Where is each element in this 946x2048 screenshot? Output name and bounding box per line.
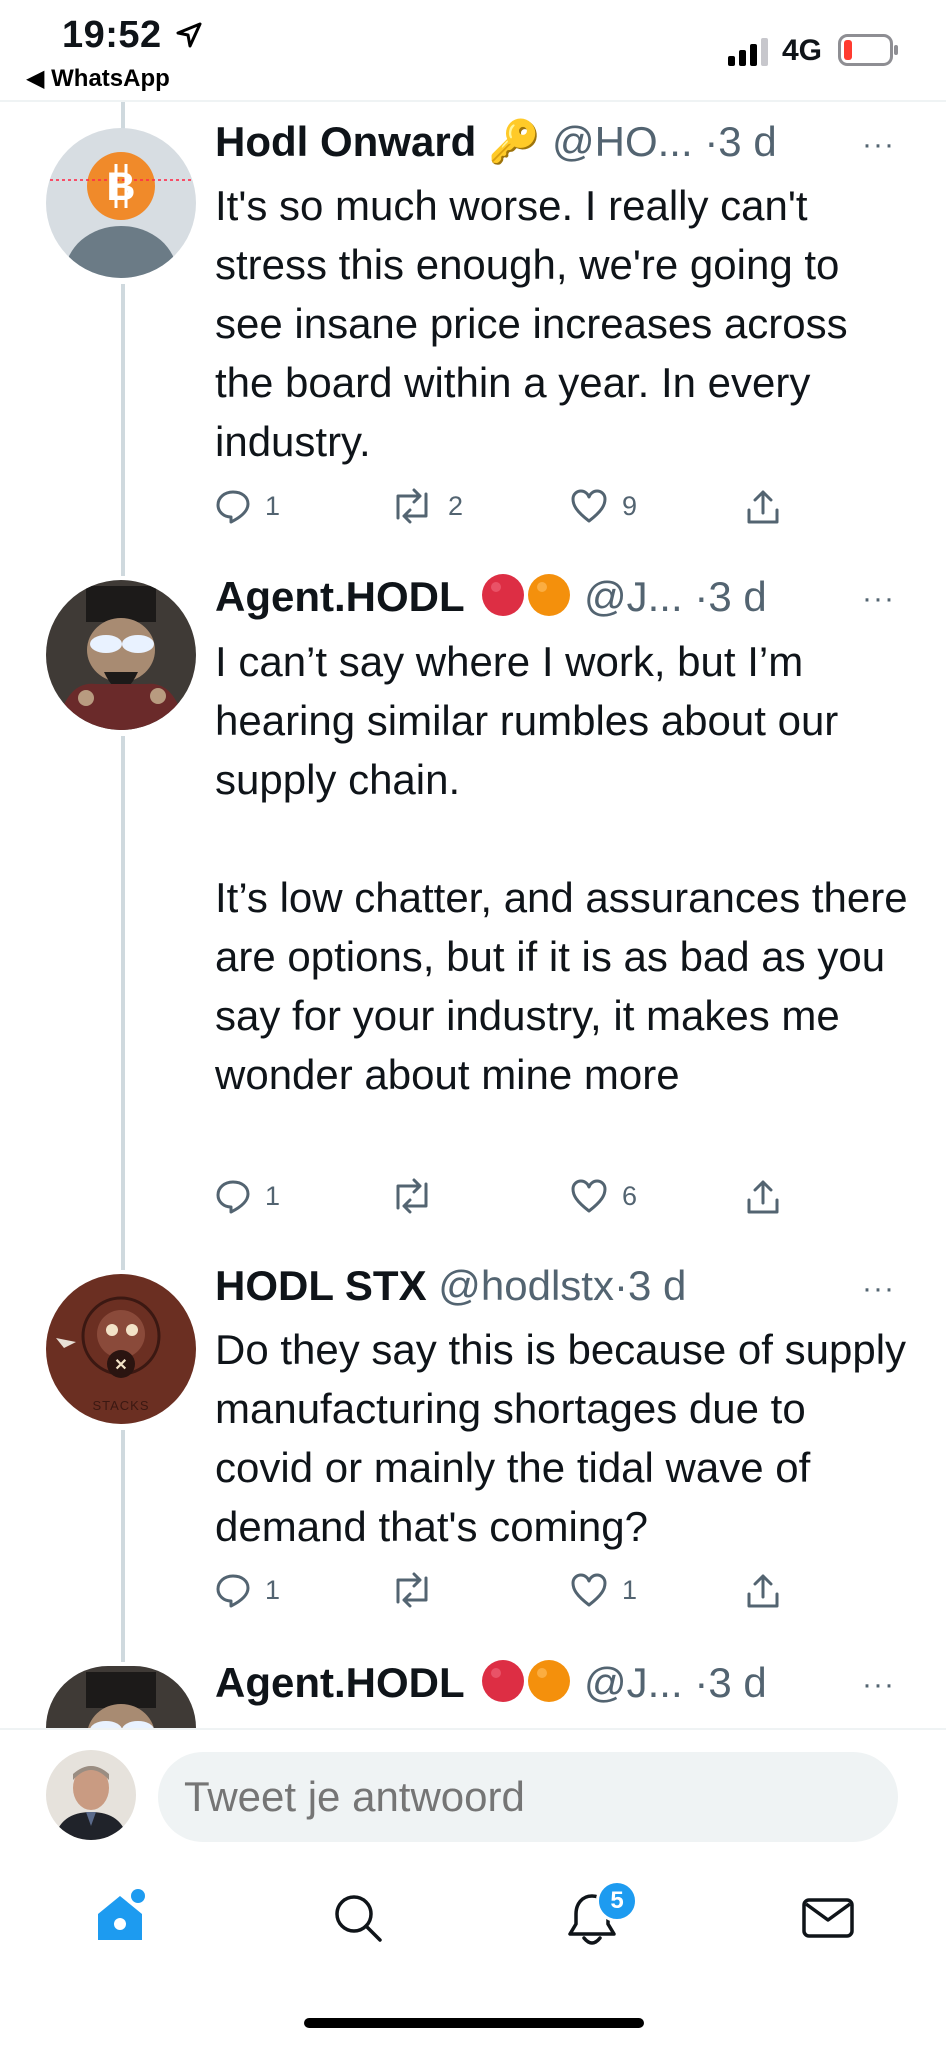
timestamp[interactable]: ·3 d [694,1659,766,1706]
handle[interactable]: @J... [584,1659,683,1706]
tweet-actions: 1 6 [215,1178,915,1228]
notifications-badge: 5 [596,1880,638,1922]
avatar[interactable]: ✕ STACKS [46,1274,196,1424]
mail-icon [802,1898,854,1938]
tweet-actions: 1 1 [215,1572,915,1622]
like-count: 6 [622,1180,638,1211]
display-name[interactable]: Agent.HODL [215,1659,465,1706]
reply-input[interactable] [158,1752,898,1842]
avatar[interactable]: B [46,128,196,278]
key-emoji-icon: 🔑 [488,118,541,165]
tweet-header: Agent.HODL @J... ·3 d [215,1658,767,1707]
thread-line [121,102,125,130]
tab-messages[interactable] [800,1894,856,1947]
like-button[interactable]: 9 [570,488,637,524]
orange-circle-emoji-icon [528,1660,571,1702]
timestamp[interactable]: ·3 d [704,118,776,165]
more-options-icon[interactable]: ··· [862,128,895,162]
retweet-button[interactable]: 2 [390,488,463,524]
reply-icon [216,490,250,524]
heart-icon [571,489,607,523]
reply-count: 1 [265,1574,281,1605]
share-button[interactable] [745,1572,781,1610]
avatar-caption: STACKS [92,1398,149,1413]
search-icon [335,1895,382,1942]
tweet-header: Hodl Onward 🔑 @HO... ·3 d [215,118,777,167]
thread-line [121,736,125,1270]
red-circle-emoji-icon [482,1660,525,1702]
reply-button[interactable]: 1 [215,488,280,524]
more-options-icon[interactable]: ··· [862,1668,895,1702]
retweet-count: 2 [448,490,464,521]
reply-bar [0,1728,946,1870]
home-icon [98,1889,145,1940]
share-button[interactable] [745,488,781,526]
reply-icon [216,1180,250,1214]
back-to-whatsapp-link[interactable]: ◀ WhatsApp [26,64,170,93]
home-indicator [304,2018,644,2028]
heart-icon [571,1179,607,1213]
retweet-button[interactable] [390,1178,448,1214]
orange-circle-emoji-icon [528,574,571,616]
tab-notifications[interactable]: 5 [564,1880,638,1953]
display-name[interactable]: Hodl Onward [215,118,476,165]
display-name[interactable]: Agent.HODL [215,573,465,620]
avatar[interactable] [46,1666,196,1728]
heart-icon [571,1573,607,1607]
thread-line [121,1430,125,1662]
reply-count: 1 [265,1180,281,1211]
like-count: 1 [622,1574,638,1605]
tweet-text: I can’t say where I work, but I’m hearin… [215,638,908,1098]
share-icon [747,1180,779,1214]
status-time: 19:52 [62,14,162,56]
status-bar: 19:52 ◀ WhatsApp 4G [0,0,946,100]
reply-count: 1 [265,490,281,521]
retweet-icon [396,488,428,524]
tab-home[interactable] [92,1888,152,1953]
my-avatar[interactable] [46,1750,136,1840]
stacks-avatar-icon: ✕ STACKS [46,1274,196,1424]
tweet-header: Agent.HODL @J... ·3 d [215,572,767,621]
tweet-header: HODL STX @hodlstx·3 d [215,1262,686,1310]
reply-button[interactable]: 1 [215,1572,280,1608]
avatar[interactable] [46,580,196,730]
svg-text:✕: ✕ [114,1357,127,1374]
like-button[interactable]: 1 [570,1572,637,1608]
retweet-icon [396,1572,428,1608]
like-button[interactable]: 6 [570,1178,637,1214]
signal-strength-icon [728,38,768,66]
reply-icon [216,1574,250,1608]
share-icon [747,490,779,524]
share-icon [747,1574,779,1608]
more-options-icon[interactable]: ··· [862,582,895,616]
header-divider [0,100,946,102]
handle[interactable]: @J... [584,573,683,620]
handle[interactable]: @HO... [552,118,693,165]
sorcerer-avatar-icon [46,1666,196,1728]
share-button[interactable] [745,1178,781,1216]
timestamp[interactable]: ·3 d [694,573,766,620]
location-arrow-icon [176,22,202,48]
like-count: 9 [622,490,638,521]
tweet-text: Do they say this is because of supply ma… [215,1326,907,1550]
sorcerer-avatar-icon [46,580,196,730]
profile-photo-icon [46,1750,136,1840]
retweet-button[interactable] [390,1572,448,1608]
svg-text:B: B [107,165,136,209]
thread-line [121,284,125,576]
reply-button[interactable]: 1 [215,1178,280,1214]
battery-low-icon [838,34,898,66]
tweet-text: It's so much worse. I really can't stres… [215,182,848,465]
bitcoin-avatar-icon: B [46,128,196,278]
retweet-icon [396,1178,428,1214]
network-type: 4G [782,34,823,67]
display-name[interactable]: HODL STX [215,1262,427,1309]
handle[interactable]: @hodlstx [438,1262,614,1309]
more-options-icon[interactable]: ··· [862,1272,895,1306]
tab-search[interactable] [330,1890,386,1951]
timestamp[interactable]: ·3 d [614,1262,686,1309]
tweet-actions: 1 2 9 [215,488,915,538]
red-circle-emoji-icon [482,574,525,616]
